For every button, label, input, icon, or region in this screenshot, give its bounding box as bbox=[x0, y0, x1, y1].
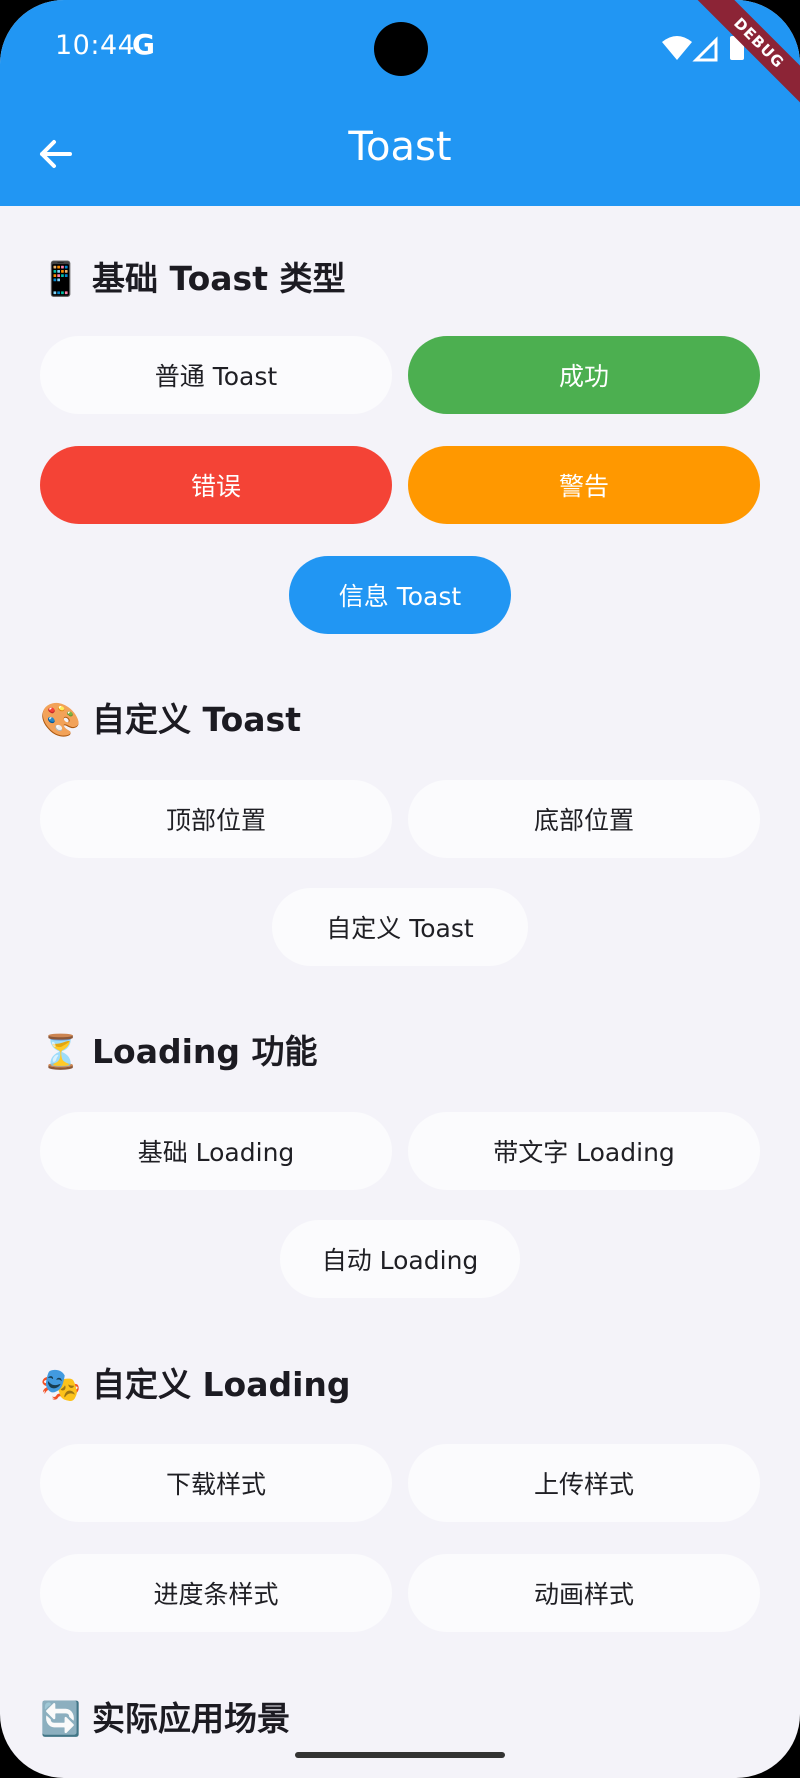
info-toast-button[interactable]: 信息 Toast bbox=[289, 556, 511, 634]
section-title-basic: 📱 基础 Toast 类型 bbox=[40, 252, 345, 300]
normal-toast-button[interactable]: 普通 Toast bbox=[40, 336, 392, 414]
palette-icon: 🎨 bbox=[40, 700, 82, 739]
error-toast-button[interactable]: 错误 bbox=[40, 446, 392, 524]
section-title-text: 基础 Toast 类型 bbox=[92, 259, 346, 298]
section-title-custom-toast: 🎨 自定义 Toast bbox=[40, 693, 301, 741]
app-bar: 10:44 G DEBUG Toast bbox=[0, 0, 800, 206]
google-icon: G bbox=[132, 28, 155, 61]
phone-icon: 📱 bbox=[40, 259, 82, 298]
phone-screen: 10:44 G DEBUG Toast 📱 基础 Toast 类型 普通 Toas… bbox=[0, 0, 800, 1778]
section-title-custom-loading: 🎭 自定义 Loading bbox=[40, 1358, 351, 1406]
home-indicator[interactable] bbox=[295, 1752, 505, 1758]
animation-style-button[interactable]: 动画样式 bbox=[408, 1554, 760, 1632]
basic-loading-button[interactable]: 基础 Loading bbox=[40, 1112, 392, 1190]
status-time: 10:44 bbox=[55, 30, 136, 61]
auto-loading-button[interactable]: 自动 Loading bbox=[280, 1220, 520, 1298]
download-style-button[interactable]: 下载样式 bbox=[40, 1444, 392, 1522]
success-toast-button[interactable]: 成功 bbox=[408, 336, 760, 414]
camera-cutout bbox=[374, 22, 428, 76]
section-title-text: Loading 功能 bbox=[92, 1032, 318, 1071]
top-position-button[interactable]: 顶部位置 bbox=[40, 780, 392, 858]
masks-icon: 🎭 bbox=[40, 1365, 82, 1404]
custom-toast-button[interactable]: 自定义 Toast bbox=[272, 888, 528, 966]
section-title-scenarios: 🔄 实际应用场景 bbox=[40, 1692, 290, 1740]
bottom-position-button[interactable]: 底部位置 bbox=[408, 780, 760, 858]
section-title-loading: ⏳ Loading 功能 bbox=[40, 1025, 318, 1073]
section-title-text: 实际应用场景 bbox=[92, 1699, 290, 1738]
signal-icon bbox=[692, 36, 718, 62]
upload-style-button[interactable]: 上传样式 bbox=[408, 1444, 760, 1522]
warning-toast-button[interactable]: 警告 bbox=[408, 446, 760, 524]
hourglass-icon: ⏳ bbox=[40, 1032, 82, 1071]
progress-style-button[interactable]: 进度条样式 bbox=[40, 1554, 392, 1632]
wifi-icon bbox=[662, 36, 692, 60]
page-title: Toast bbox=[348, 124, 452, 170]
refresh-icon: 🔄 bbox=[40, 1699, 82, 1738]
section-title-text: 自定义 Toast bbox=[92, 700, 301, 739]
section-title-text: 自定义 Loading bbox=[92, 1365, 351, 1404]
text-loading-button[interactable]: 带文字 Loading bbox=[408, 1112, 760, 1190]
